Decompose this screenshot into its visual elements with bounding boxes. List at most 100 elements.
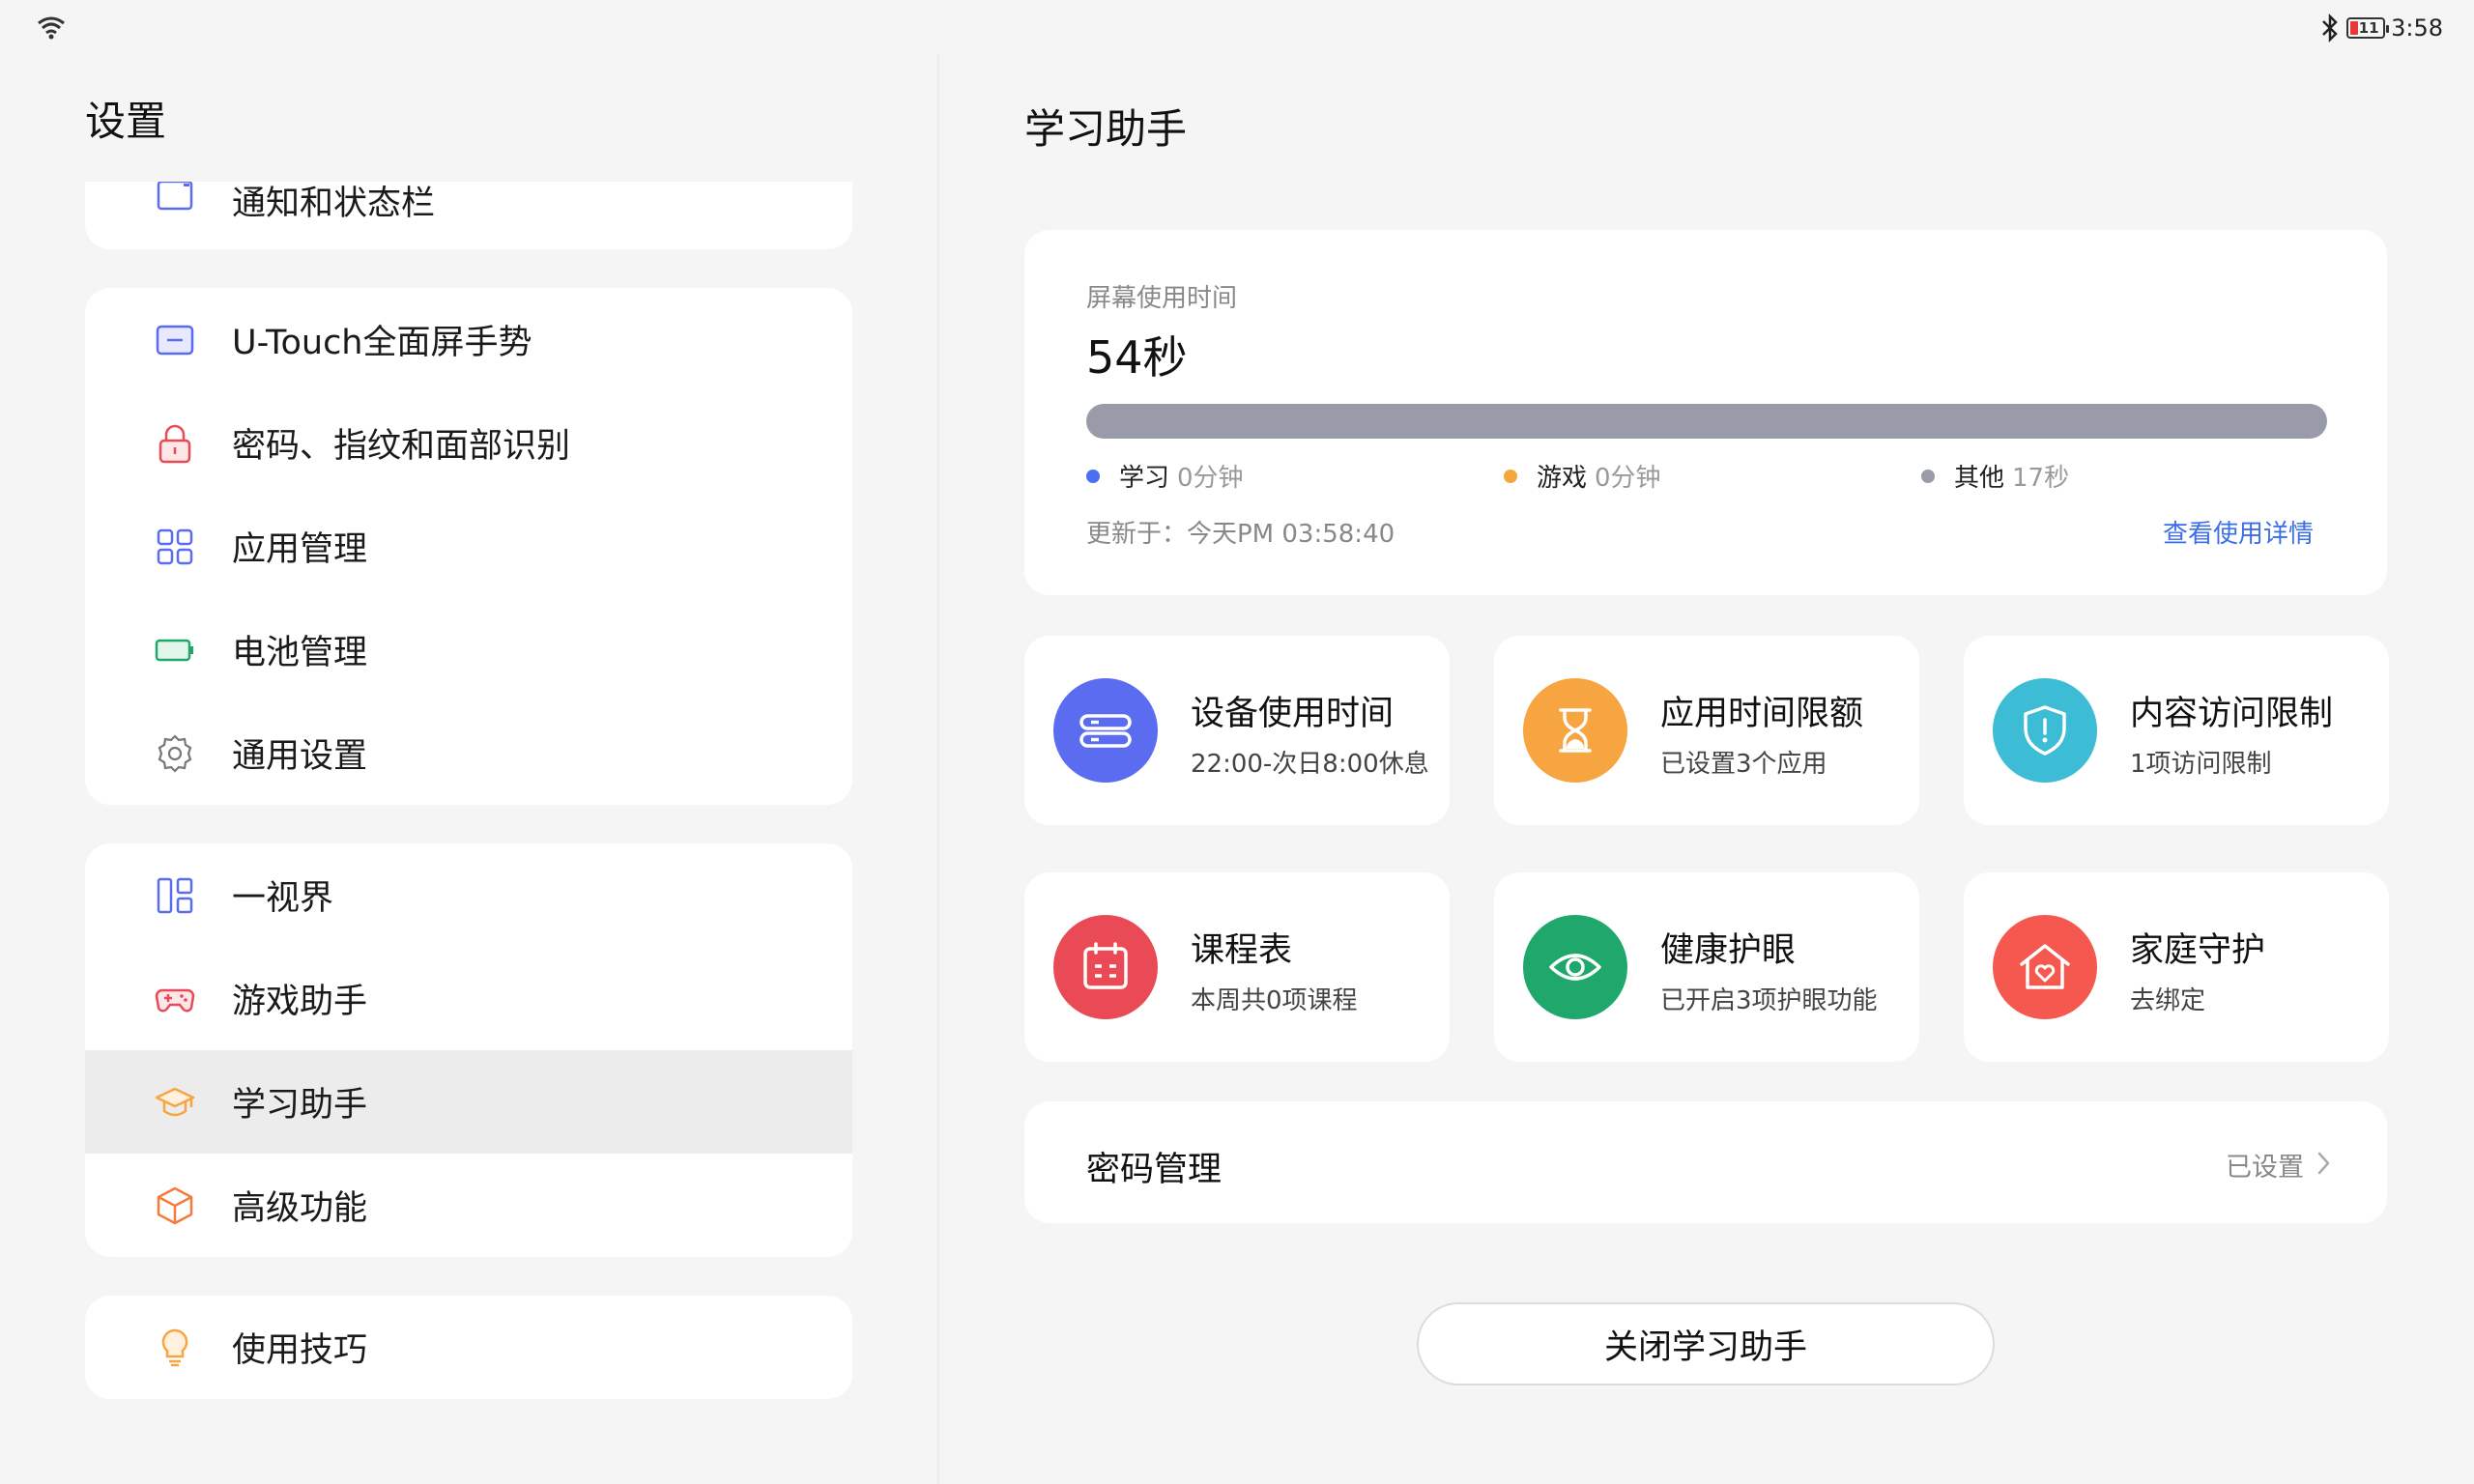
content-restriction-icon-circle bbox=[1993, 678, 2097, 783]
sidebar-item-label: 通用设置 bbox=[232, 737, 368, 776]
card-subtitle: 已开启3项护眼功能 bbox=[1660, 986, 1878, 1015]
legend-name: 其他 bbox=[1954, 464, 2005, 493]
usage-bar-other bbox=[1086, 404, 2327, 439]
sidebar-item-security[interactable]: 密码、指纹和面部识别 bbox=[85, 391, 852, 495]
card-title: 应用时间限额 bbox=[1660, 695, 1864, 733]
eye-care-icon-circle bbox=[1523, 915, 1627, 1019]
pane-divider bbox=[937, 54, 939, 1484]
password-management-row[interactable]: 密码管理 已设置 bbox=[1024, 1101, 2387, 1223]
sidebar-item-label: 高级功能 bbox=[232, 1189, 368, 1228]
eye-icon bbox=[1549, 954, 1601, 981]
sidebar-item-label: 电池管理 bbox=[232, 634, 368, 672]
updated-timestamp: 更新于：今天PM 03:58:40 bbox=[1086, 520, 1395, 549]
legend-value: 0分钟 bbox=[1177, 464, 1244, 493]
shield-icon bbox=[2024, 705, 2066, 756]
schedule-icon-circle bbox=[1053, 915, 1158, 1019]
card-subtitle: 本周共0项课程 bbox=[1191, 986, 1358, 1015]
device-time-card[interactable]: 设备使用时间 22:00-次日8:00休息 bbox=[1024, 636, 1450, 825]
lock-icon bbox=[158, 424, 191, 463]
sidebar-item-utouch[interactable]: U-Touch全面屏手势 bbox=[85, 288, 852, 391]
gesture-icon bbox=[156, 325, 194, 355]
cube-icon bbox=[157, 1186, 193, 1224]
bluetooth-icon bbox=[2322, 14, 2338, 43]
battery-level: 11 bbox=[2358, 19, 2379, 37]
sidebar-item-label: 通知和状态栏 bbox=[232, 185, 436, 223]
notification-bar-icon bbox=[157, 182, 193, 211]
gear-icon bbox=[158, 733, 192, 773]
card-subtitle: 去绑定 bbox=[2130, 986, 2206, 1015]
screen-time-value: 54秒 bbox=[1086, 331, 1188, 384]
sidebar-group-2: U-Touch全面屏手势 密码、指纹和面部识别 应用管理 电池管理 通用设置 bbox=[85, 288, 852, 805]
view-details-link[interactable]: 查看使用详情 bbox=[2163, 514, 2314, 550]
close-study-assistant-button[interactable]: 关闭学习助手 bbox=[1417, 1302, 1995, 1385]
apps-grid-icon bbox=[157, 528, 193, 564]
content-restriction-card[interactable]: 内容访问限制 1项访问限制 bbox=[1964, 636, 2389, 825]
battery-indicator: 11 bbox=[2346, 17, 2390, 39]
device-time-icon bbox=[1079, 714, 1132, 748]
sidebar-group-3: 一视界 游戏助手 学习助手 高级功能 bbox=[85, 843, 852, 1257]
password-management-label: 密码管理 bbox=[1086, 1151, 1223, 1189]
sidebar-item-game-assistant[interactable]: 游戏助手 bbox=[85, 947, 852, 1050]
sidebar-item-notifications[interactable]: 通知和状态栏 bbox=[85, 182, 852, 249]
sidebar-group-1: 通知和状态栏 bbox=[85, 182, 852, 249]
legend-dot bbox=[1921, 469, 1935, 483]
wifi-icon bbox=[38, 16, 65, 40]
clock: 3:58 bbox=[2391, 14, 2443, 42]
password-status: 已设置 bbox=[2226, 1153, 2304, 1183]
sidebar-item-one-vision[interactable]: 一视界 bbox=[85, 843, 852, 947]
sidebar-item-general[interactable]: 通用设置 bbox=[85, 701, 852, 805]
card-title: 课程表 bbox=[1191, 931, 1293, 970]
sidebar-item-label: 学习助手 bbox=[232, 1086, 368, 1125]
layout-icon bbox=[157, 877, 193, 913]
sidebar-item-label: U-Touch全面屏手势 bbox=[232, 324, 532, 362]
legend-study: 学习 0分钟 bbox=[1086, 458, 1244, 494]
graduation-cap-icon bbox=[155, 1087, 195, 1116]
device-time-icon-circle bbox=[1053, 678, 1158, 783]
sidebar-item-label: 游戏助手 bbox=[232, 983, 368, 1021]
chevron-right-icon bbox=[2317, 1152, 2330, 1175]
legend-name: 游戏 bbox=[1537, 464, 1588, 493]
sidebar-item-battery[interactable]: 电池管理 bbox=[85, 598, 852, 701]
card-subtitle: 已设置3个应用 bbox=[1660, 750, 1827, 779]
sidebar-item-label: 一视界 bbox=[232, 879, 334, 918]
sidebar-item-apps[interactable]: 应用管理 bbox=[85, 495, 852, 598]
battery-icon bbox=[155, 639, 193, 661]
sidebar-group-4: 使用技巧 bbox=[85, 1296, 852, 1399]
family-guard-card[interactable]: 家庭守护 去绑定 bbox=[1964, 872, 2389, 1062]
card-title: 设备使用时间 bbox=[1191, 695, 1395, 733]
eye-care-card[interactable]: 健康护眼 已开启3项护眼功能 bbox=[1494, 872, 1919, 1062]
legend-dot bbox=[1504, 469, 1517, 483]
card-subtitle: 1项访问限制 bbox=[2130, 750, 2272, 779]
sidebar-item-tips[interactable]: 使用技巧 bbox=[85, 1296, 852, 1399]
legend-game: 游戏 0分钟 bbox=[1504, 458, 1661, 494]
calendar-icon bbox=[1083, 942, 1128, 989]
sidebar-item-study-assistant[interactable]: 学习助手 bbox=[85, 1050, 852, 1154]
sidebar-item-label: 密码、指纹和面部识别 bbox=[232, 427, 571, 466]
status-bar: 11 3:58 bbox=[0, 0, 2474, 54]
schedule-card[interactable]: 课程表 本周共0项课程 bbox=[1024, 872, 1450, 1062]
legend-dot bbox=[1086, 469, 1100, 483]
sidebar-title: 设置 bbox=[85, 98, 167, 145]
legend-value: 0分钟 bbox=[1595, 464, 1661, 493]
legend-name: 学习 bbox=[1119, 464, 1170, 493]
legend-value: 17秒 bbox=[2012, 464, 2070, 493]
page-title: 学习助手 bbox=[1024, 105, 1188, 153]
card-title: 内容访问限制 bbox=[2130, 695, 2334, 733]
card-title: 家庭守护 bbox=[2130, 931, 2266, 970]
usage-bar bbox=[1086, 404, 2327, 439]
home-heart-icon bbox=[2020, 944, 2070, 989]
legend-other: 其他 17秒 bbox=[1921, 458, 2069, 494]
app-time-limit-icon-circle bbox=[1523, 678, 1627, 783]
screen-time-label: 屏幕使用时间 bbox=[1086, 284, 1238, 313]
app-time-limit-card[interactable]: 应用时间限额 已设置3个应用 bbox=[1494, 636, 1919, 825]
sidebar-item-advanced[interactable]: 高级功能 bbox=[85, 1154, 852, 1257]
family-guard-icon-circle bbox=[1993, 915, 2097, 1019]
card-title: 健康护眼 bbox=[1660, 931, 1797, 970]
gamepad-icon bbox=[155, 988, 195, 1012]
card-subtitle: 22:00-次日8:00休息 bbox=[1191, 750, 1429, 779]
sidebar-item-label: 应用管理 bbox=[232, 530, 368, 569]
screen-time-card: 屏幕使用时间 54秒 学习 0分钟 游戏 0分钟 其他 17秒 更新于：今天PM… bbox=[1024, 230, 2387, 595]
sidebar-item-label: 使用技巧 bbox=[232, 1331, 368, 1370]
lightbulb-icon bbox=[161, 1328, 188, 1366]
hourglass-icon bbox=[1559, 708, 1592, 753]
